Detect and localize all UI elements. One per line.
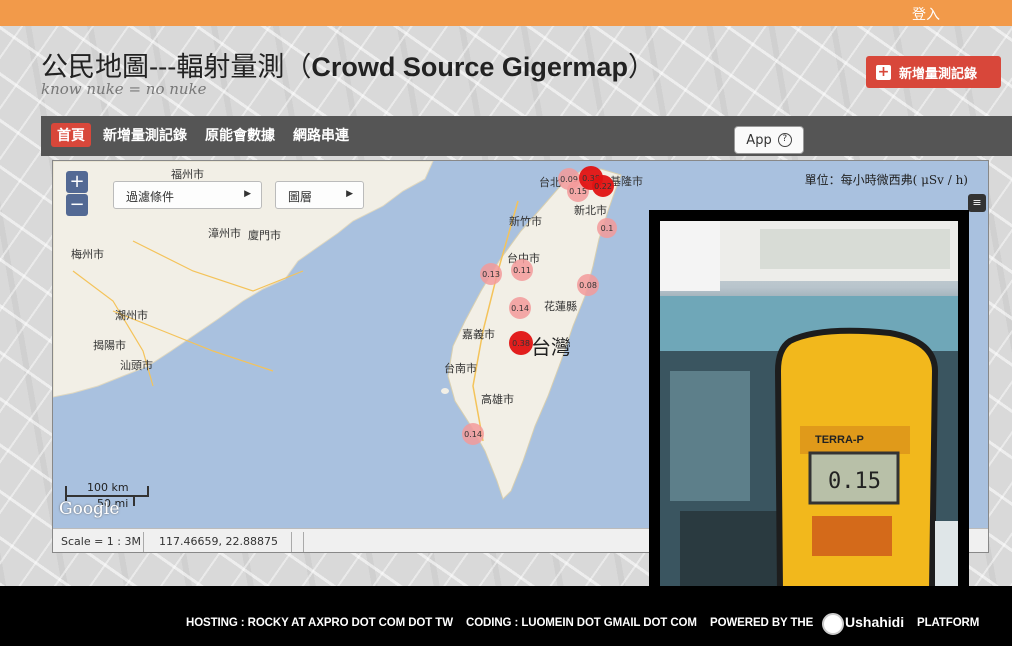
add-report-button[interactable]: + 新增量測記錄 (866, 56, 1001, 88)
caret-right-icon: ▶ (244, 189, 251, 199)
report-photo-popup[interactable]: 0.15 TERRA-P (649, 210, 969, 590)
place-label: 基隆市 (610, 174, 643, 188)
report-photo[interactable]: 0.15 TERRA-P (660, 221, 958, 590)
layers-icon[interactable]: ≡ (968, 194, 986, 212)
place-label: 汕頭市 (120, 358, 153, 372)
add-report-label: 新增量測記錄 (899, 66, 978, 82)
zoom-control: + − (66, 171, 88, 217)
place-label: 廈門市 (248, 228, 281, 242)
title-chinese: 公民地圖---輻射量測（ (41, 52, 312, 83)
coordinates-readout: 117.46659, 22.88875 (159, 535, 278, 548)
scale-readout: Scale = 1 : 3M (61, 535, 141, 548)
place-label: 高雄市 (481, 392, 514, 406)
geiger-reading: 0.15 (828, 469, 881, 494)
help-icon: ? (777, 133, 792, 147)
login-link[interactable]: 登入 (912, 4, 940, 24)
marker-value: 0.15 (569, 187, 587, 196)
marker-value: 0.14 (511, 304, 529, 313)
filter-dropdown[interactable]: 過濾條件 ▶ (113, 181, 262, 209)
title-english: Crowd Source Gigermap (311, 52, 628, 82)
place-label: 台南市 (444, 361, 477, 375)
plus-icon: + (876, 63, 891, 80)
main-nav: 首頁 新增量測記錄 原能會數據 網路串連 (41, 116, 1012, 156)
nav-item-aec-data[interactable]: 原能會數據 (199, 123, 281, 147)
footer-powered: POWERED BY THE (710, 617, 814, 629)
place-label: 漳州市 (208, 226, 241, 240)
nav-item-home[interactable]: 首頁 (51, 123, 91, 147)
zoom-out-button[interactable]: − (66, 194, 88, 216)
top-bar: 登入 (0, 0, 1012, 26)
footer-hosting: HOSTING : ROCKY AT AXPRO DOT COM DOT TW (186, 617, 453, 629)
geiger-photo-drawing: 0.15 TERRA-P (660, 221, 958, 590)
geiger-brand: TERRA-P (815, 434, 864, 446)
place-label: 嘉義市 (462, 327, 495, 341)
app-label: App (746, 132, 772, 148)
tagline: know nuke = no nuke (41, 80, 207, 98)
marker-value: 0.1 (601, 224, 614, 233)
app-button[interactable]: App ? (734, 126, 804, 154)
site-title[interactable]: 公民地圖---輻射量測（Crowd Source Gigermap） (41, 45, 655, 84)
zoom-in-button[interactable]: + (66, 171, 88, 193)
ushahidi-logo-icon[interactable] (822, 613, 844, 635)
title-close-paren: ） (627, 52, 655, 83)
penghu-island (441, 388, 449, 394)
filter-label: 過濾條件 (126, 190, 175, 204)
scale-km-label: 100 km (87, 481, 129, 494)
marker-value: 0.14 (464, 430, 482, 439)
layer-label: 圖層 (288, 190, 313, 204)
place-label: 梅州市 (71, 247, 104, 261)
footer-coding: CODING : LUOMEIN DOT GMAIL DOT COM (466, 617, 697, 629)
marker-value: 0.38 (512, 339, 530, 348)
kinmen-island (262, 256, 274, 262)
marker-value: 0.11 (513, 266, 531, 275)
ushahidi-brand[interactable]: Ushahidi (845, 614, 904, 630)
nav-item-add-report[interactable]: 新增量測記錄 (97, 123, 193, 147)
place-label: 福州市 (171, 167, 204, 181)
marker-value: 0.13 (482, 270, 500, 279)
place-label: 台灣 (531, 335, 571, 359)
place-label: 花蓮縣 (544, 299, 577, 313)
footer: HOSTING : ROCKY AT AXPRO DOT COM DOT TW … (0, 586, 1012, 646)
marker-value: 0.22 (594, 182, 612, 191)
layer-dropdown[interactable]: 圖層 ▶ (275, 181, 364, 209)
place-label: 揭陽市 (93, 338, 126, 352)
footer-platform: PLATFORM (917, 617, 980, 629)
marker-value: 0.08 (579, 281, 597, 290)
nav-item-network-links[interactable]: 網路串連 (287, 123, 355, 147)
place-label: 台北 (539, 175, 561, 189)
caret-right-icon: ▶ (346, 189, 353, 199)
place-label: 新竹市 (509, 214, 542, 228)
place-label: 新北市 (574, 203, 607, 217)
google-logo: Google (59, 499, 120, 519)
place-label: 潮州市 (115, 308, 148, 322)
unit-label: 單位：每小時微西弗( μSv / h) (804, 173, 968, 187)
